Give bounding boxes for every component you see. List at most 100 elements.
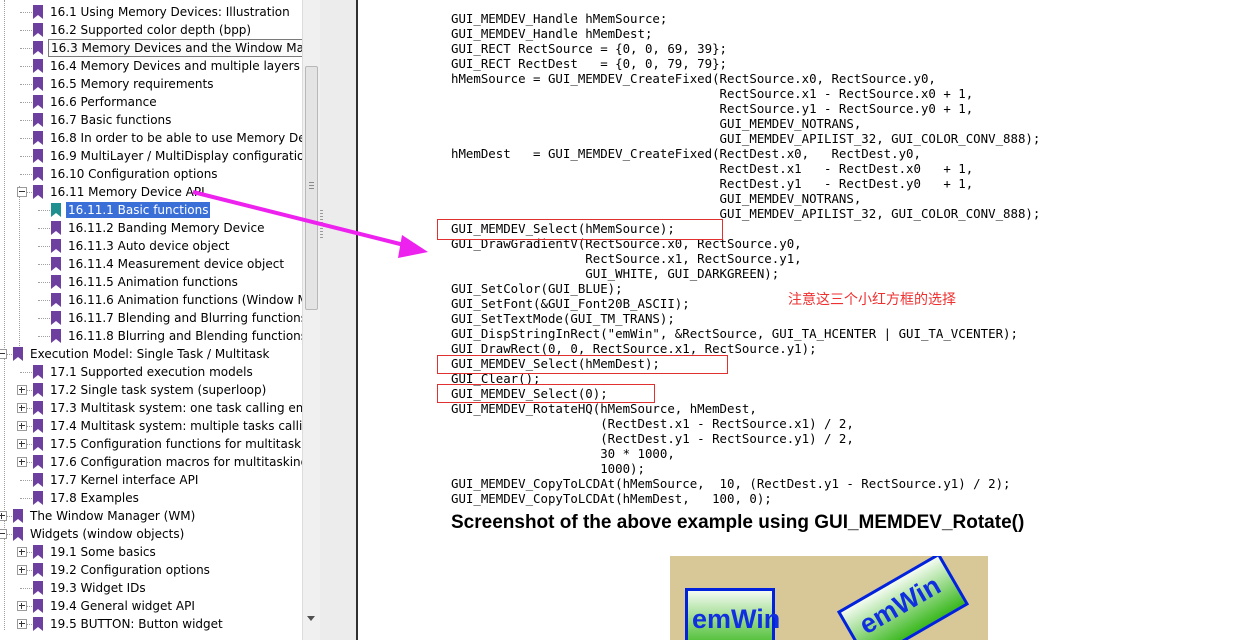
example-screenshot: emWin emWin	[670, 556, 988, 640]
bookmark-label: 16.6 Performance	[50, 95, 157, 109]
bookmark-label: 17.3 Multitask system: one task calling …	[50, 401, 302, 415]
expand-icon[interactable]	[17, 619, 27, 629]
bookmarks-panel: 16.1 Using Memory Devices: Illustration 1…	[0, 0, 302, 640]
bookmark-label: 17.8 Examples	[50, 491, 139, 505]
bookmark-label: 16.11.2 Banding Memory Device	[68, 221, 265, 235]
highlight-box-select-source	[437, 219, 723, 240]
expand-icon[interactable]	[0, 511, 7, 521]
expand-icon[interactable]	[17, 457, 27, 467]
bookmark-item[interactable]: 16.6 Performance	[0, 93, 302, 111]
tree-connector	[38, 246, 50, 247]
bookmark-label: 16.11.7 Blending and Blurring functions	[68, 311, 302, 325]
bookmark-item[interactable]: 16.3 Memory Devices and the Window Manag…	[0, 39, 302, 57]
highlight-box-select-zero	[437, 384, 655, 403]
bookmark-item[interactable]: 16.11.2 Banding Memory Device	[0, 219, 302, 237]
collapse-icon[interactable]	[17, 187, 27, 197]
bookmark-item[interactable]: The Window Manager (WM)	[0, 507, 302, 525]
screenshot-heading: Screenshot of the above example using GU…	[451, 512, 1025, 533]
bookmark-item[interactable]: 16.4 Memory Devices and multiple layers	[0, 57, 302, 75]
tree-connector	[20, 66, 32, 67]
annotation-note: 注意这三个小红方框的选择	[788, 292, 956, 308]
bookmark-label: 16.8 In order to be able to use Memory D…	[50, 131, 302, 145]
scrollbar-thumb[interactable]	[305, 66, 318, 310]
bookmark-item[interactable]: 17.5 Configuration functions for multita…	[0, 435, 302, 453]
bookmark-item[interactable]: 19.2 Configuration options	[0, 561, 302, 579]
highlight-box-select-dest	[437, 355, 728, 374]
bookmark-item[interactable]: 17.6 Configuration macros for multitaski…	[0, 453, 302, 471]
bookmark-icon	[33, 77, 43, 91]
bookmark-item[interactable]: 16.2 Supported color depth (bpp)	[0, 21, 302, 39]
expand-icon[interactable]	[17, 547, 27, 557]
bookmark-item[interactable]: 16.5 Memory requirements	[0, 75, 302, 93]
bookmark-item[interactable]: 16.11.4 Measurement device object	[0, 255, 302, 273]
bookmark-item[interactable]: 17.1 Supported execution models	[0, 363, 302, 381]
bookmark-item[interactable]: 16.8 In order to be able to use Memory D…	[0, 129, 302, 147]
bookmark-icon	[13, 509, 23, 523]
tree-connector	[38, 300, 50, 301]
bookmark-item[interactable]: 19.3 Widget IDs	[0, 579, 302, 597]
tree-connector	[38, 336, 50, 337]
bookmark-label: 16.5 Memory requirements	[50, 77, 214, 91]
bookmark-label: 16.11 Memory Device API	[50, 185, 205, 199]
bookmark-item[interactable]: 16.11.6 Animation functions (Window Ma	[0, 291, 302, 309]
bookmark-item[interactable]: 19.4 General widget API	[0, 597, 302, 615]
expand-icon[interactable]	[17, 601, 27, 611]
bookmark-icon	[13, 347, 23, 361]
bookmark-label: 16.11.8 Blurring and Blending functions …	[68, 329, 302, 343]
expand-icon[interactable]	[17, 439, 27, 449]
bookmark-label: 19.4 General widget API	[50, 599, 195, 613]
bookmark-item[interactable]: 16.11.3 Auto device object	[0, 237, 302, 255]
code-listing: GUI_MEMDEV_Handle hMemSource; GUI_MEMDEV…	[451, 11, 1041, 506]
bookmark-item[interactable]: 16.11.8 Blurring and Blending functions …	[0, 327, 302, 345]
panel-splitter[interactable]	[320, 0, 356, 640]
bookmark-label: Widgets (window objects)	[30, 527, 185, 541]
tree-connector	[20, 48, 32, 49]
expand-icon[interactable]	[17, 565, 27, 575]
bookmark-item[interactable]: 17.2 Single task system (superloop)	[0, 381, 302, 399]
bookmark-item[interactable]: Widgets (window objects)	[0, 525, 302, 543]
bookmark-item[interactable]: 16.7 Basic functions	[0, 111, 302, 129]
bookmark-icon	[33, 401, 43, 415]
bookmark-label: 17.4 Multitask system: multiple tasks ca…	[50, 419, 302, 433]
collapse-icon[interactable]	[0, 349, 7, 359]
bookmark-label: 17.7 Kernel interface API	[50, 473, 199, 487]
bookmark-label: 19.5 BUTTON: Button widget	[50, 617, 223, 631]
bookmark-item[interactable]: 17.4 Multitask system: multiple tasks ca…	[0, 417, 302, 435]
bookmark-item[interactable]: 16.11 Memory Device API	[0, 183, 302, 201]
bookmark-icon	[13, 527, 23, 541]
bookmark-item[interactable]: 17.3 Multitask system: one task calling …	[0, 399, 302, 417]
bookmark-label: 17.1 Supported execution models	[50, 365, 253, 379]
bookmark-item[interactable]: 19.5 BUTTON: Button widget	[0, 615, 302, 633]
bookmark-icon	[33, 545, 43, 559]
bookmark-item[interactable]: Execution Model: Single Task / Multitask	[0, 345, 302, 363]
expand-icon[interactable]	[17, 385, 27, 395]
bookmark-icon	[33, 581, 43, 595]
bookmark-icon	[33, 149, 43, 163]
bookmark-item[interactable]: 17.7 Kernel interface API	[0, 471, 302, 489]
expand-icon[interactable]	[17, 421, 27, 431]
bookmark-item[interactable]: 16.11.7 Blending and Blurring functions	[0, 309, 302, 327]
bookmark-label: 16.9 MultiLayer / MultiDisplay configura…	[50, 149, 302, 163]
bookmark-item[interactable]: 17.8 Examples	[0, 489, 302, 507]
bookmarks-scrollbar[interactable]	[302, 0, 320, 640]
bookmark-label: 16.1 Using Memory Devices: Illustration	[50, 5, 290, 19]
tree-connector	[38, 228, 50, 229]
bookmark-item[interactable]: 16.11.5 Animation functions	[0, 273, 302, 291]
tree-connector	[20, 156, 32, 157]
scroll-down-arrow-icon[interactable]	[307, 616, 315, 621]
expand-icon[interactable]	[17, 403, 27, 413]
bookmark-item[interactable]: 16.1 Using Memory Devices: Illustration	[0, 3, 302, 21]
bookmark-item[interactable]: 19.1 Some basics	[0, 543, 302, 561]
bookmark-icon	[33, 59, 43, 73]
bookmark-icon	[33, 167, 43, 181]
bookmark-item[interactable]: 16.10 Configuration options	[0, 165, 302, 183]
bookmark-label: 16.2 Supported color depth (bpp)	[50, 23, 252, 37]
collapse-icon[interactable]	[0, 529, 7, 539]
bookmark-icon	[33, 23, 43, 37]
bookmark-label: 19.3 Widget IDs	[50, 581, 146, 595]
bookmark-item[interactable]: 16.11.1 Basic functions	[0, 201, 302, 219]
bookmark-icon	[33, 455, 43, 469]
bookmark-item[interactable]: 16.9 MultiLayer / MultiDisplay configura…	[0, 147, 302, 165]
bookmark-icon	[51, 203, 61, 217]
bookmark-icon	[33, 185, 43, 199]
